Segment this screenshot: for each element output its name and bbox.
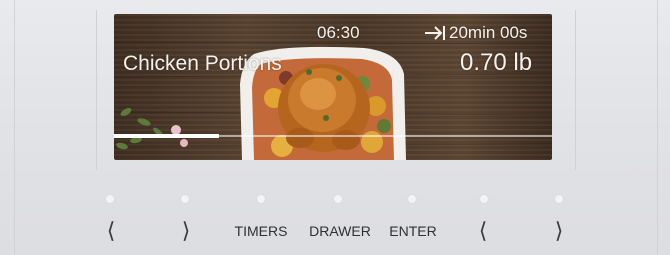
indicator-dot (555, 195, 563, 203)
indicator-dot (257, 195, 265, 203)
enter-button[interactable]: ENTER (383, 214, 443, 248)
timers-button[interactable]: TIMERS (226, 214, 296, 248)
right-prev-button[interactable]: ⟨ (468, 214, 498, 248)
cook-timer: 20min 00s (424, 23, 527, 43)
indicator-dot (480, 195, 488, 203)
indicator-dot (408, 195, 416, 203)
left-next-button[interactable]: ⟩ (171, 214, 201, 248)
left-prev-button[interactable]: ⟨ (96, 214, 126, 248)
timer-end-icon (425, 26, 445, 40)
food-weight: 0.70 lb (460, 49, 533, 76)
progress-fill (114, 134, 219, 138)
clock-display: 06:30 (317, 23, 360, 42)
display-screen: 06:30 20min 00s Chicken Portions 0.70 lb (114, 14, 552, 160)
indicator-dot (334, 195, 342, 203)
right-next-button[interactable]: ⟩ (544, 214, 574, 248)
indicator-dot (181, 195, 189, 203)
drawer-button[interactable]: DRAWER (303, 214, 377, 248)
timer-value: 20min 00s (449, 23, 528, 42)
indicator-dot (106, 195, 114, 203)
food-name: Chicken Portions (123, 52, 282, 75)
